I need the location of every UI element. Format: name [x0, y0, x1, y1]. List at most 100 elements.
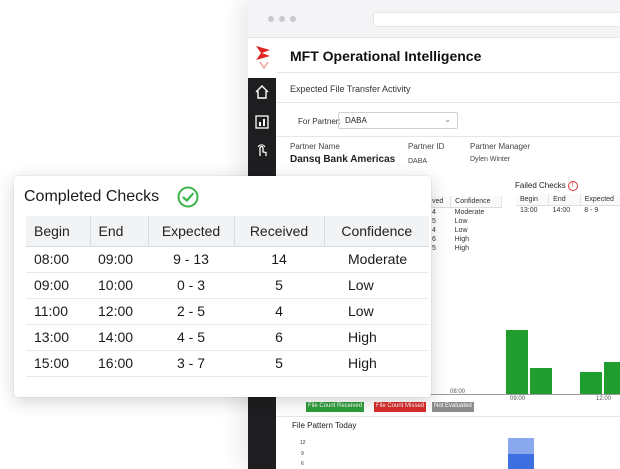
- table-cell: 6: [432, 236, 436, 243]
- activity-bar: [580, 372, 602, 394]
- brand-logo-icon: [248, 38, 276, 78]
- cell-confidence: Low: [324, 298, 429, 325]
- table-row: 4 Low: [428, 226, 502, 235]
- table-cell: 8 - 9: [584, 207, 599, 214]
- app-title: MFT Operational Intelligence: [290, 48, 482, 64]
- column-header: Confidence: [450, 196, 502, 208]
- failed-checks-table: Begin End Expected 13:00 14:00 8 - 9: [516, 194, 620, 215]
- failed-checks-title: Failed Checks!: [515, 181, 578, 191]
- table-row: 11:00 12:00 2 - 5 4 Low: [26, 298, 429, 325]
- legend-received[interactable]: File Count Received: [306, 402, 365, 412]
- cell-end: 12:00: [90, 298, 148, 325]
- partner-name-value: Dansq Bank Americas: [290, 154, 396, 165]
- table-cell: 5: [432, 218, 436, 225]
- y-tick-label: 12: [300, 440, 306, 446]
- cell-received: 6: [234, 324, 324, 351]
- browser-chrome: [248, 0, 620, 38]
- partner-id-label: Partner ID: [408, 142, 445, 151]
- chevron-down-icon: ⌄: [444, 115, 451, 124]
- table-cell: 5: [432, 245, 436, 252]
- background-checks-table: ved Confidence 4 Moderate 5 Low 4 Low 6 High…: [428, 196, 502, 253]
- partner-manager-value: Dylen Winter: [470, 156, 511, 163]
- legend-not-evaluated[interactable]: Not Evaluated: [432, 402, 474, 412]
- table-cell: 4: [432, 227, 436, 234]
- cell-end: 10:00: [90, 272, 148, 299]
- column-header-confidence[interactable]: Confidence: [324, 216, 429, 247]
- partner-select-value: DABA: [345, 116, 367, 125]
- window-dot-icon[interactable]: [290, 16, 296, 22]
- cell-expected: 4 - 5: [148, 324, 234, 351]
- table-row: 13:00 14:00 8 - 9: [516, 206, 620, 216]
- cell-received: 5: [234, 350, 324, 377]
- cell-expected: 2 - 5: [148, 298, 234, 325]
- legend-missed[interactable]: File Count Missed: [374, 402, 427, 412]
- check-circle-icon: [177, 186, 199, 208]
- cell-received: 5: [234, 272, 324, 299]
- divider: [276, 102, 620, 103]
- table-cell: Moderate: [454, 209, 485, 216]
- cell-confidence: Moderate: [324, 246, 429, 273]
- x-tick-label: 08:00: [450, 389, 466, 395]
- table-row: 08:00 09:00 9 - 13 14 Moderate: [26, 246, 429, 273]
- cell-end: 16:00: [90, 350, 148, 377]
- cell-end: 09:00: [90, 246, 148, 273]
- home-icon[interactable]: [254, 84, 270, 100]
- y-tick-label: 9: [301, 451, 304, 457]
- table-cell: High: [454, 245, 470, 252]
- cell-confidence: High: [324, 350, 429, 377]
- partner-select[interactable]: DABA ⌄: [338, 112, 458, 129]
- cell-expected: 3 - 7: [148, 350, 234, 377]
- pattern-bar: [508, 438, 534, 469]
- partner-filter-label: For Partner:: [298, 117, 341, 126]
- table-row: 6 High: [428, 235, 502, 244]
- table-cell: 4: [432, 209, 436, 216]
- divider: [276, 72, 620, 73]
- activity-bar: [604, 362, 620, 394]
- cell-begin: 11:00: [26, 298, 90, 325]
- cell-received: 4: [234, 298, 324, 325]
- cell-begin: 09:00: [26, 272, 90, 299]
- failed-checks-label: Failed Checks: [515, 181, 566, 191]
- table-cell: 14:00: [552, 207, 571, 214]
- completed-checks-card: Completed Checks Begin End Expected Rece…: [14, 176, 431, 397]
- table-row: 5 Low: [428, 217, 502, 226]
- window-dot-icon[interactable]: [268, 16, 274, 22]
- divider: [276, 416, 620, 417]
- cell-confidence: High: [324, 324, 429, 351]
- table-row: 4 Moderate: [428, 208, 502, 218]
- pattern-title: File Pattern Today: [292, 421, 357, 430]
- x-tick-label: 12:00: [596, 396, 612, 402]
- table-cell: High: [454, 236, 470, 243]
- y-tick-label: 6: [301, 461, 304, 467]
- partner-manager-label: Partner Manager: [470, 142, 531, 151]
- column-header: Begin: [516, 194, 550, 206]
- cell-expected: 9 - 13: [148, 246, 234, 273]
- table-cell: 13:00: [520, 207, 538, 214]
- address-bar[interactable]: [373, 12, 620, 27]
- divider: [276, 136, 620, 137]
- cell-confidence: Low: [324, 272, 429, 299]
- cell-end: 14:00: [90, 324, 148, 351]
- touch-icon[interactable]: [254, 142, 270, 158]
- x-tick-label: 09:00: [510, 396, 526, 402]
- cell-begin: 08:00: [26, 246, 90, 273]
- completed-checks-table: Begin End Expected Received Confidence 0…: [26, 216, 429, 377]
- table-row: 5 High: [428, 244, 502, 253]
- cell-received: 14: [234, 246, 324, 273]
- card-title: Completed Checks: [24, 188, 160, 205]
- dashboard-icon[interactable]: [254, 114, 270, 130]
- window-dot-icon[interactable]: [279, 16, 285, 22]
- column-header: End: [548, 194, 581, 206]
- cell-begin: 15:00: [26, 350, 90, 377]
- column-header: Expected: [580, 194, 620, 206]
- cell-expected: 0 - 3: [148, 272, 234, 299]
- column-header-received[interactable]: Received: [234, 216, 325, 247]
- table-cell: Low: [454, 218, 468, 225]
- table-row: 09:00 10:00 0 - 3 5 Low: [26, 272, 429, 299]
- warning-icon: !: [567, 181, 578, 191]
- partner-id-value: DABA: [408, 158, 428, 165]
- column-header-end[interactable]: End: [90, 216, 149, 247]
- column-header-begin[interactable]: Begin: [26, 216, 91, 247]
- activity-bar: [530, 368, 552, 394]
- column-header-expected[interactable]: Expected: [148, 216, 235, 247]
